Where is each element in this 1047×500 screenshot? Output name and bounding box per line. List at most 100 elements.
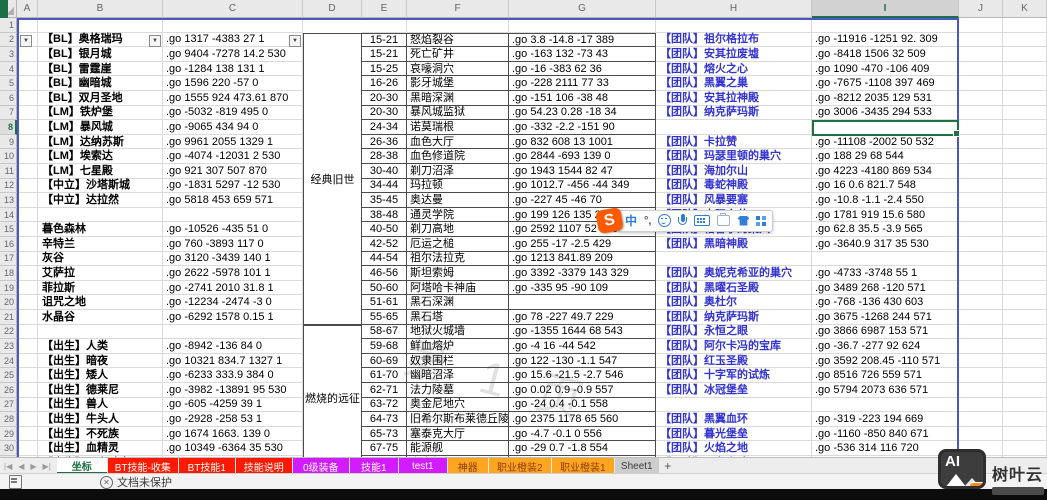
cell-B4[interactable]: 【BL】雷霆崖	[38, 62, 163, 77]
cell-F8[interactable]: 诺莫瑞根	[407, 120, 509, 135]
cell-I15[interactable]: .go 62.8 35.5 -3.9 565	[812, 222, 959, 237]
cell-H28[interactable]: 【团队】黑翼血环	[656, 412, 812, 427]
cell-C16[interactable]: .go 760 -3893 117 0	[163, 237, 303, 252]
cell-J12[interactable]	[959, 179, 1003, 194]
cell-B10[interactable]: 【LM】埃索达	[38, 149, 163, 164]
cell-F12[interactable]: 玛拉顿	[407, 179, 509, 194]
cell-A20[interactable]	[17, 295, 38, 310]
cell-F1[interactable]	[407, 18, 509, 33]
prev-sheet-icon[interactable]: ◀	[18, 462, 24, 471]
cell-H3[interactable]: 【团队】安其拉废墟	[656, 47, 812, 62]
sheet-tab-9[interactable]: 职业橙装2	[489, 458, 551, 474]
cell-J28[interactable]	[959, 412, 1003, 427]
cell-H12[interactable]: 【团队】毒蛇神殿	[656, 179, 812, 194]
cell-F17[interactable]: 祖尔法拉克	[407, 252, 509, 267]
row-header-6[interactable]: 6	[0, 91, 17, 106]
cell-J17[interactable]	[959, 252, 1003, 267]
cell-J13[interactable]	[959, 193, 1003, 208]
cell-C23[interactable]: .go -8942 -136 84 0	[163, 339, 303, 354]
cell-I25[interactable]: .go 8516 726 559 571	[812, 368, 959, 383]
cell-B12[interactable]: 【中立】沙塔斯城	[38, 179, 163, 194]
cell-K25[interactable]	[1003, 368, 1047, 383]
cell-I10[interactable]: .go 188 29 68 544	[812, 149, 959, 164]
cell-I1[interactable]	[812, 18, 959, 33]
cell-G2[interactable]: .go 3.8 -14.8 -17 389	[509, 33, 656, 48]
cell-B20[interactable]: 诅咒之地	[38, 295, 163, 310]
cell-E7[interactable]: 20-30	[362, 106, 407, 121]
cell-J7[interactable]	[959, 106, 1003, 121]
cell-J16[interactable]	[959, 237, 1003, 252]
chinese-mode-icon[interactable]: 中	[625, 212, 637, 229]
cell-F21[interactable]: 黑石塔	[407, 310, 509, 325]
cell-C11[interactable]: .go 921 307 507 870	[163, 164, 303, 179]
row-header-27[interactable]: 27	[0, 398, 17, 413]
cell-K24[interactable]	[1003, 354, 1047, 369]
row-header-3[interactable]: 3	[0, 47, 17, 62]
cell-H16[interactable]: 【团队】黑暗神殿	[656, 237, 812, 252]
cell-J1[interactable]	[959, 18, 1003, 33]
row-header-8[interactable]: 8	[0, 120, 17, 135]
cell-I14[interactable]: .go 1781 919 15.6 580	[812, 208, 959, 223]
cell-G10[interactable]: .go 2844 -693 139 0	[509, 149, 656, 164]
cell-B18[interactable]: 艾萨拉	[38, 266, 163, 281]
cell-K29[interactable]	[1003, 427, 1047, 442]
cell-C5[interactable]: .go 1596 220 -57 0	[163, 76, 303, 91]
cell-A29[interactable]	[17, 427, 38, 442]
cell-H1[interactable]	[656, 18, 812, 33]
cell-E10[interactable]: 28-38	[362, 149, 407, 164]
cell-B29[interactable]: 【出生】不死族	[38, 427, 163, 442]
cell-E1[interactable]	[362, 18, 407, 33]
cell-G5[interactable]: .go -228 2111 77 33	[509, 76, 656, 91]
cell-G20[interactable]	[509, 295, 656, 310]
clipboard-icon[interactable]	[9, 475, 22, 489]
row-header-19[interactable]: 19	[0, 281, 17, 296]
cell-E3[interactable]: 15-21	[362, 47, 407, 62]
row-header-1[interactable]: 1	[0, 18, 17, 33]
cell-C20[interactable]: .go -12234 -2474 -3 0	[163, 295, 303, 310]
cell-F30[interactable]: 能源舰	[407, 441, 509, 456]
cell-F15[interactable]: 剃刀高地	[407, 222, 509, 237]
cell-G30[interactable]: .go -29 0.7 -1.8 554	[509, 441, 656, 456]
cell-B30[interactable]: 【出生】血精灵	[38, 441, 163, 456]
cell-K6[interactable]	[1003, 91, 1047, 106]
cell-K10[interactable]	[1003, 149, 1047, 164]
cell-H10[interactable]: 【团队】玛瑟里顿的巢穴	[656, 149, 812, 164]
cell-E20[interactable]: 51-61	[362, 295, 407, 310]
cell-I29[interactable]: .go -1160 -850 840 671	[812, 427, 959, 442]
cell-G8[interactable]: .go -332 -2.2 -151 90	[509, 120, 656, 135]
cell-K8[interactable]	[1003, 120, 1047, 135]
cell-E12[interactable]: 34-44	[362, 179, 407, 194]
cell-K21[interactable]	[1003, 310, 1047, 325]
cell-G28[interactable]: .go 2375 1178 65 560	[509, 412, 656, 427]
cell-A18[interactable]	[17, 266, 38, 281]
cell-B23[interactable]: 【出生】人类	[38, 339, 163, 354]
cell-B13[interactable]: 【中立】达拉然	[38, 193, 163, 208]
cell-E6[interactable]: 20-30	[362, 91, 407, 106]
cell-H24[interactable]: 【团队】红玉圣殿	[656, 354, 812, 369]
cell-G21[interactable]: .go 78 -227 49.7 229	[509, 310, 656, 325]
cell-J8[interactable]	[959, 120, 1003, 135]
cell-H7[interactable]: 【团队】纳克萨玛斯	[656, 106, 812, 121]
cell-B28[interactable]: 【出生】牛头人	[38, 412, 163, 427]
cell-C4[interactable]: .go -1284 138 131 1	[163, 62, 303, 77]
cell-E25[interactable]: 61-70	[362, 368, 407, 383]
cell-E4[interactable]: 15-25	[362, 62, 407, 77]
cell-H22[interactable]: 【团队】永恒之眼	[656, 325, 812, 340]
cell-A1[interactable]	[17, 18, 38, 33]
cell-B1[interactable]	[38, 18, 163, 33]
cell-J21[interactable]	[959, 310, 1003, 325]
cell-J26[interactable]	[959, 383, 1003, 398]
cell-G17[interactable]: .go 1213 841.89 209	[509, 252, 656, 267]
cell-K12[interactable]	[1003, 179, 1047, 194]
column-header-I[interactable]: I	[812, 0, 959, 18]
cell-E24[interactable]: 60-69	[362, 354, 407, 369]
column-header-E[interactable]: E	[362, 0, 407, 18]
cell-E26[interactable]: 62-71	[362, 383, 407, 398]
cell-A25[interactable]	[17, 368, 38, 383]
cell-C9[interactable]: .go 9961 2055 1329 1	[163, 135, 303, 150]
cell-J9[interactable]	[959, 135, 1003, 150]
cell-B17[interactable]: 灰谷	[38, 252, 163, 267]
sheet-tab-7[interactable]: test1	[399, 458, 447, 474]
cell-I6[interactable]: .go -8212 2035 129 531	[812, 91, 959, 106]
cell-F24[interactable]: 奴隶围栏	[407, 354, 509, 369]
